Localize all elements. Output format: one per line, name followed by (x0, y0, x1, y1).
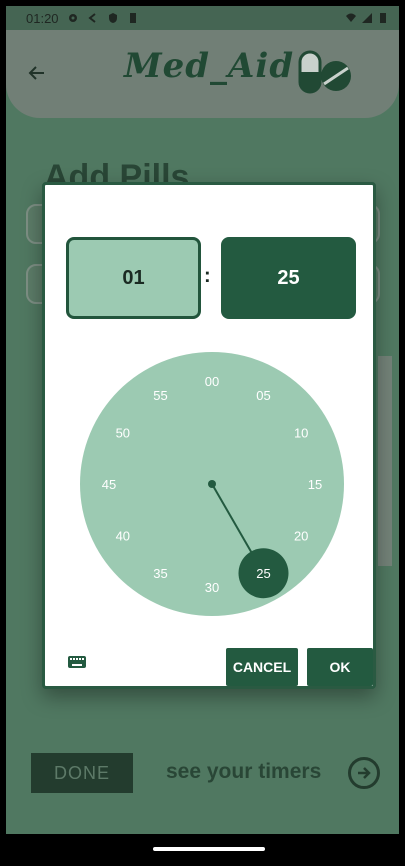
time-separator: : (204, 265, 211, 287)
clock-number-15[interactable]: 15 (308, 477, 322, 492)
clock-number-10[interactable]: 10 (294, 426, 308, 441)
clock-number-25[interactable]: 25 (256, 566, 270, 581)
hour-field[interactable]: 01 (66, 237, 201, 319)
ok-button[interactable]: OK (307, 648, 373, 686)
cancel-button[interactable]: CANCEL (226, 648, 298, 686)
minute-field[interactable]: 25 (221, 237, 356, 319)
clock-number-35[interactable]: 35 (153, 566, 167, 581)
phone-screen: 01:20 Med_Aid Add Pills DONE see your ti… (6, 6, 399, 834)
clock-number-00[interactable]: 00 (205, 374, 219, 389)
clock-number-50[interactable]: 50 (116, 426, 130, 441)
home-handle[interactable] (153, 847, 265, 851)
clock-number-05[interactable]: 05 (256, 388, 270, 403)
navigation-bar (0, 834, 405, 866)
clock-dial[interactable]: 00 05 10 15 20 25 30 35 40 45 50 55 (80, 352, 344, 616)
keyboard-icon[interactable] (67, 655, 87, 669)
clock-number-20[interactable]: 20 (294, 529, 308, 544)
clock-center-dot (208, 480, 216, 488)
clock-number-30[interactable]: 30 (205, 580, 219, 595)
time-picker-dialog: 01 : 25 00 05 10 15 20 25 30 35 40 45 50 55 CANCEL … (42, 182, 376, 689)
clock-number-45[interactable]: 45 (102, 477, 116, 492)
clock-number-40[interactable]: 40 (116, 529, 130, 544)
clock-number-55[interactable]: 55 (153, 388, 167, 403)
